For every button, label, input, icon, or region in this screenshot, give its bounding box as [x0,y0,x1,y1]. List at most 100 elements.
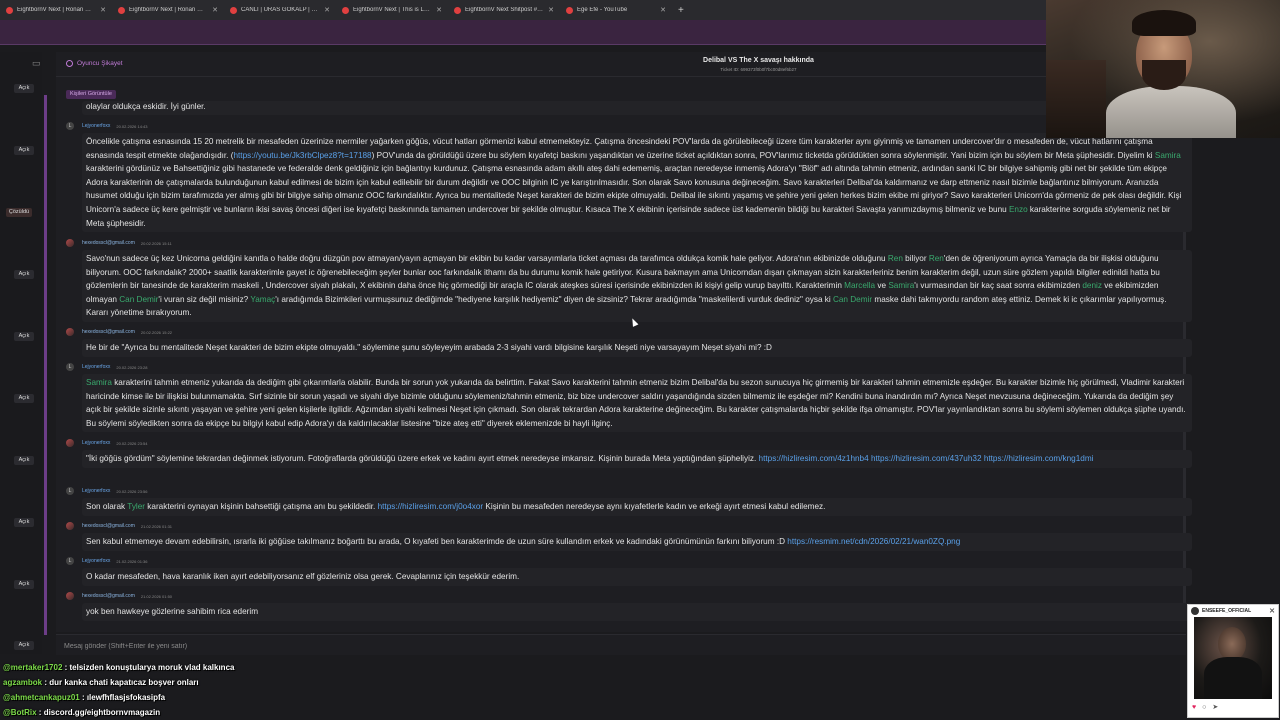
status-button[interactable]: Açık [14,641,34,650]
character-mention[interactable]: Ren [888,254,903,263]
message-link[interactable]: https://youtu.be/Jk3rbClpez8?t=17188 [233,151,371,160]
breadcrumb[interactable]: Oyuncu Şikayet [66,60,123,67]
message-time: 20.02.2026 15:22 [140,329,173,335]
message-link[interactable]: https://hizliresim.com/4z1hnb4 [759,454,869,463]
message-author[interactable]: hexedosscl@gmail.com [82,329,135,335]
character-mention[interactable]: Marcella [844,281,875,290]
browser-tab[interactable]: EightbornV Next | Ronan Wag... ✕ [0,0,112,20]
close-tab-icon[interactable]: ✕ [212,6,218,14]
browser-tab[interactable]: EightbornV Next Shitpost #16 ... ✕ [448,0,560,20]
message-link[interactable]: https://resmim.net/cdn/2026/02/21/wan0ZQ… [787,537,960,546]
status-button[interactable]: Açık [14,456,34,465]
message-input[interactable] [62,638,866,654]
status-button[interactable]: Çözüldü [6,208,32,217]
message-time: 20.02.2026 23:56 [116,488,148,494]
message-text: Samira karakterini tahmin etmeniz yukarı… [82,374,1192,433]
message-time: 21.02.2026 01:31 [140,523,173,529]
tab-favicon-icon [454,6,461,14]
character-mention[interactable]: Tyler [127,502,145,511]
message: olaylar oldukça eskidir. İyi günler. [66,101,1192,115]
message-link[interactable]: https://hizliresim.com/j0o4xor [378,502,484,511]
message-link[interactable]: https://hizliresim.com/kng1dmi [984,454,1094,463]
message-author[interactable]: hexedosscl@gmail.com [82,593,135,599]
status-button[interactable]: Açık [14,270,34,279]
breadcrumb-label: Oyuncu Şikayet [77,60,123,67]
chat-text: : discord.gg/eightbornvmagazin [36,708,161,717]
comment-icon[interactable]: ○ [1202,704,1206,711]
avatar: L [66,122,74,130]
message-link[interactable]: https://hizliresim.com/437uh32 [871,454,982,463]
new-tab-button[interactable]: + [678,5,684,16]
message: L Lejyonerfoxx 20.02.2026 23:56 Son olarak… [66,487,1192,516]
panel-toggle-icon[interactable]: ▭ [32,58,42,68]
message-author[interactable]: hexedosscl@gmail.com [82,523,135,529]
chat-text: : dur kanka chati kapatıcaz boşver onlar… [42,678,199,687]
tab-favicon-icon [230,6,237,14]
message: L Lejyonerfoxx 21.02.2026 01:36 O kadar me… [66,557,1192,586]
status-button[interactable]: Açık [14,580,34,589]
ticket-id: Ticket ID: 699373f0b0f7bc00d8ef6b27 [720,67,797,72]
chat-user: @mertaker1702 [3,663,63,672]
message-author[interactable]: Lejyonerfoxx [82,364,110,370]
tab-label: EightbornV Next | This is LosSa... [353,7,432,13]
close-icon[interactable]: ✕ [1269,607,1275,615]
browser-tab[interactable]: CANLI | URAS GÖKALP | ÜC... ✕ [224,0,336,20]
character-mention[interactable]: Samira [888,281,914,290]
browser-tab[interactable]: EightbornV Next | Ronan Wag... ✕ [112,0,224,20]
status-button[interactable]: Açık [14,394,34,403]
message-text: O kadar mesafeden, hava karanlık iken ay… [82,568,1192,586]
message-text: olaylar oldukça eskidir. İyi günler. [82,101,1192,115]
message: hexedosscl@gmail.com 20.02.2026 15:22 He … [66,328,1192,357]
avatar [1191,607,1199,615]
character-mention[interactable]: Can Demir [119,295,158,304]
message-text: Sen kabul etmemeye devam edebilirsin, ıs… [82,533,1192,551]
close-tab-icon[interactable]: ✕ [324,6,330,14]
status-button[interactable]: Açık [14,332,34,341]
character-mention[interactable]: deniz [1082,281,1102,290]
message-author[interactable]: Lejyonerfoxx [82,440,110,446]
character-mention[interactable]: Samira [86,378,112,387]
status-button[interactable]: Açık [14,84,34,93]
chat-user: @ahmetcankapuz01 [3,693,80,702]
message-author[interactable]: Lejyonerfoxx [82,123,110,129]
avatar [66,522,74,530]
message-author[interactable]: Lejyonerfoxx [82,558,110,564]
avatar [66,239,74,247]
status-button[interactable]: Açık [14,518,34,527]
chat-user: @BotRix [3,708,37,717]
message: hexedosscl@gmail.com 21.02.2026 01:31 Sen… [66,522,1192,551]
heart-icon[interactable]: ♥ [1192,704,1196,711]
character-mention[interactable]: Enzo [1009,205,1028,214]
tab-label: EightbornV Next | Ronan Wag... [17,7,97,13]
tab-label: EightbornV Next | Ronan Wag... [129,7,209,13]
avatar: L [66,557,74,565]
avatar [66,439,74,447]
message-author[interactable]: Lejyonerfoxx [82,488,110,494]
webcam-overlay [1046,0,1280,138]
close-tab-icon[interactable]: ✕ [660,6,666,14]
message: L Lejyonerfoxx 20.02.2026 23:28 Samira kar… [66,363,1192,433]
close-tab-icon[interactable]: ✕ [548,6,554,14]
close-tab-icon[interactable]: ✕ [436,6,442,14]
message-time: 20.02.2026 23:54 [116,440,148,446]
character-mention[interactable]: Ren [929,254,944,263]
message-text: "İki göğüs gördüm" söylemine tekrardan d… [82,450,1192,468]
social-popup: ENSEEFE_OFFICIAL ✕ ♥ ○ ➤ [1187,604,1279,718]
status-button[interactable]: Açık [14,146,34,155]
message-author[interactable]: hexedosscl@gmail.com [82,240,135,246]
share-icon[interactable]: ➤ [1212,703,1218,711]
chat-line: @BotRix : discord.gg/eightbornvmagazin [0,705,700,720]
view-profiles-button[interactable]: Kişileri Görüntüle [66,90,116,99]
character-mention[interactable]: Yamaç [250,295,275,304]
avatar: L [66,363,74,371]
character-mention[interactable]: Samira [1155,151,1181,160]
close-tab-icon[interactable]: ✕ [100,6,106,14]
browser-tab[interactable]: EightbornV Next | This is LosSa... ✕ [336,0,448,20]
chat-text: : telsizden konuştularya moruk vlad kalk… [62,663,235,672]
message: hexedosscl@gmail.com 21.02.2026 01:50 yok… [66,592,1192,621]
character-mention[interactable]: Can Demir [833,295,872,304]
message-time: 21.02.2026 01:50 [140,593,173,599]
chat-text: : ılewfhflasjsfokasipfa [79,693,166,702]
browser-tab[interactable]: Ege Efe - YouTube ✕ [560,0,672,20]
ticket-title: Delibal VS The X savaşı hakkında [703,57,814,64]
